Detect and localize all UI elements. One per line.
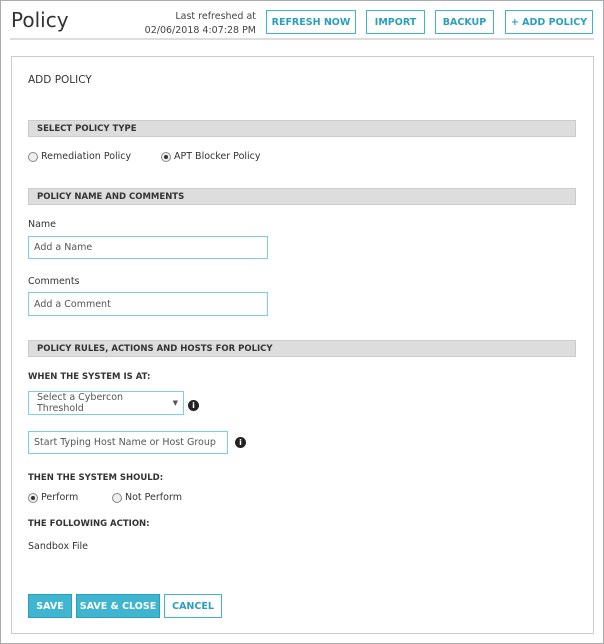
refresh-label: Last refreshed at <box>175 11 256 22</box>
radio-icon <box>161 151 171 162</box>
import-button[interactable]: IMPORT <box>366 10 425 34</box>
comments-label: Comments <box>28 276 80 287</box>
caret-down-icon: ▼ <box>172 399 178 407</box>
radio-label: Not Perform <box>125 492 182 503</box>
radio-apt-blocker-policy[interactable]: APT Blocker Policy <box>161 151 261 162</box>
then-label: THEN THE SYSTEM SHOULD: <box>28 473 164 483</box>
refresh-now-button[interactable]: REFRESH NOW <box>266 10 356 34</box>
name-label: Name <box>28 219 57 230</box>
save-close-button[interactable]: SAVE & CLOSE <box>76 594 160 618</box>
radio-icon <box>112 492 122 503</box>
backup-button[interactable]: BACKUP <box>435 10 494 34</box>
radio-label: APT Blocker Policy <box>174 151 261 162</box>
radio-icon <box>28 492 38 503</box>
radio-perform[interactable]: Perform <box>28 492 78 503</box>
page-title: Policy <box>11 8 69 32</box>
radio-label: Perform <box>41 492 79 503</box>
action-label: THE FOLLOWING ACTION: <box>28 519 150 529</box>
host-input[interactable]: Start Typing Host Name or Host Group <box>28 431 228 454</box>
header-divider <box>10 38 594 40</box>
when-label: WHEN THE SYSTEM IS AT: <box>28 372 151 382</box>
action-value: Sandbox File <box>28 541 88 552</box>
name-input[interactable]: Add a Name <box>28 236 268 259</box>
last-refreshed: Last refreshed at 02/06/2018 4:07:28 PM <box>130 10 256 38</box>
add-policy-button[interactable]: + ADD POLICY <box>505 10 593 34</box>
radio-not-perform[interactable]: Not Perform <box>112 492 182 503</box>
threshold-select[interactable]: Select a Cybercon Threshold ▼ <box>28 391 184 415</box>
section-policy-name: POLICY NAME AND COMMENTS <box>28 188 576 205</box>
threshold-select-value: Select a Cybercon Threshold <box>37 392 124 414</box>
form-title: ADD POLICY <box>28 74 92 86</box>
section-policy-rules: POLICY RULES, ACTIONS AND HOSTS FOR POLI… <box>28 340 576 357</box>
comments-textarea[interactable]: Add a Comment <box>28 292 268 316</box>
info-icon[interactable]: i <box>188 400 199 411</box>
radio-remediation-policy[interactable]: Remediation Policy <box>28 151 131 162</box>
save-button[interactable]: SAVE <box>28 594 72 618</box>
info-icon[interactable]: i <box>235 437 246 448</box>
section-policy-type: SELECT POLICY TYPE <box>28 120 576 137</box>
refresh-time: 02/06/2018 4:07:28 PM <box>144 25 256 36</box>
cancel-button[interactable]: CANCEL <box>164 594 222 618</box>
radio-label: Remediation Policy <box>41 151 132 162</box>
radio-icon <box>28 151 38 162</box>
